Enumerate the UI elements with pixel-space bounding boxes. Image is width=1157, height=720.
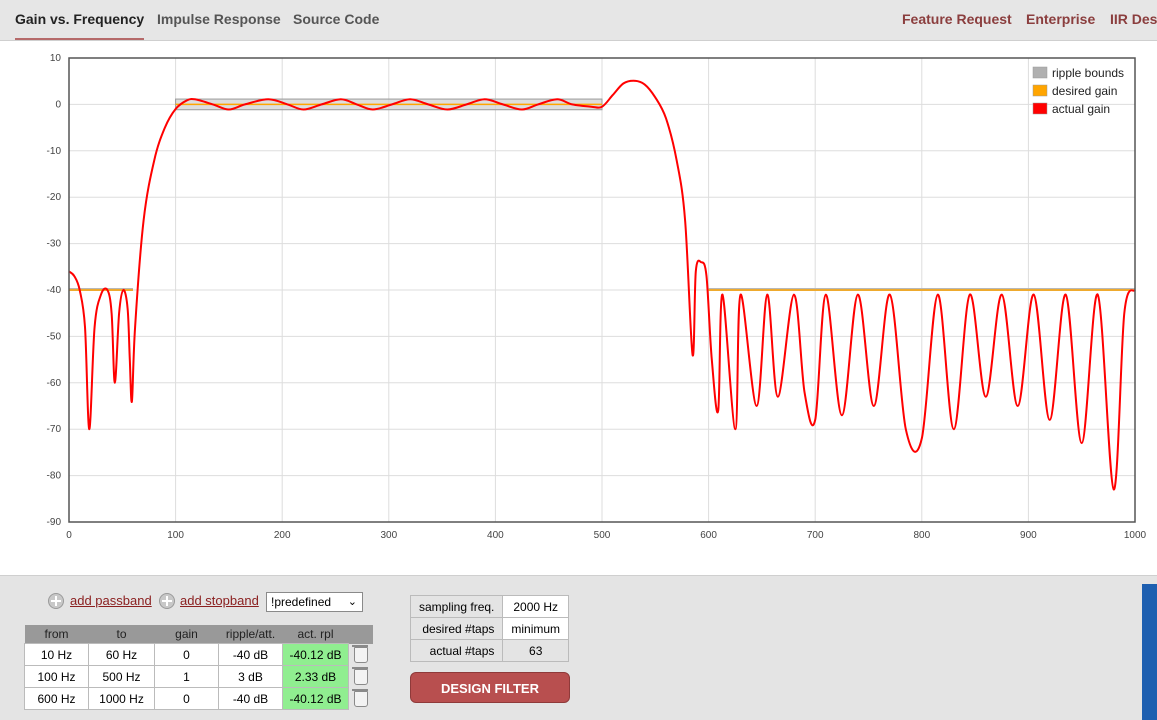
band-to-input[interactable]: 500 Hz [88, 665, 155, 688]
band-gain-input[interactable]: 0 [154, 687, 219, 710]
band-from-input[interactable]: 10 Hz [24, 643, 89, 666]
bands-table-header: from to gain ripple/att. act. rpl [24, 625, 373, 644]
x-tick-label: 600 [700, 530, 717, 541]
band-ripple-input[interactable]: -40 dB [218, 687, 283, 710]
band-to-input[interactable]: 1000 Hz [88, 687, 155, 710]
add-passband-link[interactable]: add passband [70, 593, 152, 608]
y-tick-label: -60 [47, 378, 62, 389]
actual-taps-label: actual #taps [409, 639, 504, 662]
header-act-rpl: act. rpl [282, 625, 349, 644]
gain-chart-area: 0 100 200 300 400 500 600 700 800 900 1000 10 0 -10 -2… [0, 41, 1157, 575]
x-tick-label: 100 [167, 530, 184, 541]
add-passband-icon[interactable] [48, 593, 64, 609]
x-tick-label: 1000 [1124, 530, 1147, 541]
sampling-freq-label: sampling freq. [409, 595, 504, 618]
tab-source-code[interactable]: Source Code [293, 0, 379, 38]
filter-params-table: sampling freq. 2000 Hz desired #taps min… [409, 595, 570, 662]
iir-design-link[interactable]: IIR Desi [1110, 0, 1157, 38]
table-row: 100 Hz 500 Hz 1 3 dB 2.33 dB [24, 665, 373, 688]
bands-table: from to gain ripple/att. act. rpl 10 Hz … [24, 625, 374, 710]
band-ripple-input[interactable]: 3 dB [218, 665, 283, 688]
actual-taps-value: 63 [502, 639, 570, 662]
legend-label: actual gain [1052, 102, 1110, 116]
chevron-down-icon: ⌄ [347, 596, 357, 608]
y-tick-label: 10 [50, 53, 62, 64]
band-from-input[interactable]: 100 Hz [24, 665, 89, 688]
x-tick-label: 0 [66, 530, 72, 541]
predefined-select-value: !predefined [271, 595, 332, 609]
tab-gain-vs-frequency[interactable]: Gain vs. Frequency [15, 0, 145, 40]
band-actual-ripple: -40.12 dB [282, 643, 349, 666]
feature-request-link[interactable]: Feature Request [902, 0, 1012, 38]
band-ripple-input[interactable]: -40 dB [218, 643, 283, 666]
y-tick-label: -10 [47, 146, 62, 157]
band-to-input[interactable]: 60 Hz [88, 643, 155, 666]
legend-label: desired gain [1052, 84, 1117, 98]
x-tick-label: 900 [1020, 530, 1037, 541]
table-row: 600 Hz 1000 Hz 0 -40 dB -40.12 dB [24, 687, 373, 710]
desired-taps-input[interactable]: minimum [502, 617, 570, 640]
predefined-select[interactable]: !predefined ⌄ [266, 592, 363, 612]
table-row: 10 Hz 60 Hz 0 -40 dB -40.12 dB [24, 643, 373, 666]
desired-taps-label: desired #taps [409, 617, 504, 640]
band-actual-ripple: 2.33 dB [282, 665, 349, 688]
y-tick-label: -70 [47, 424, 62, 435]
tab-impulse-response[interactable]: Impulse Response [157, 0, 281, 38]
legend-swatch [1032, 84, 1048, 97]
y-tick-label: -20 [47, 192, 62, 203]
x-tick-label: 400 [487, 530, 504, 541]
header-ripple-att: ripple/att. [218, 625, 283, 644]
y-tick-label: -90 [47, 517, 62, 528]
legend-swatch [1032, 102, 1048, 115]
y-tick-label: -80 [47, 471, 62, 482]
trash-icon[interactable] [351, 666, 368, 685]
band-from-input[interactable]: 600 Hz [24, 687, 89, 710]
trash-icon[interactable] [352, 688, 368, 707]
y-tick-label: 0 [55, 99, 61, 110]
x-tick-label: 300 [380, 530, 397, 541]
band-actual-ripple: -40.12 dB [282, 687, 349, 710]
header-from: from [24, 625, 89, 644]
filter-control-panel: add passband add stopband !predefined ⌄ … [0, 575, 1157, 720]
gain-vs-frequency-chart: 0 100 200 300 400 500 600 700 800 900 1000100-10-2… [47, 53, 1147, 541]
sampling-freq-input[interactable]: 2000 Hz [502, 595, 570, 618]
x-tick-label: 700 [807, 530, 824, 541]
y-tick-label: -40 [47, 285, 62, 296]
x-tick-label: 800 [913, 530, 930, 541]
band-gain-input[interactable]: 0 [154, 643, 219, 666]
add-stopband-icon[interactable] [159, 593, 175, 609]
legend-label: ripple bounds [1052, 66, 1124, 80]
band-gain-input[interactable]: 1 [154, 665, 219, 688]
header-gain: gain [154, 625, 219, 644]
top-navigation-bar: Gain vs. Frequency Impulse Response Sour… [0, 0, 1157, 41]
y-tick-label: -50 [47, 331, 62, 342]
header-delete [348, 625, 373, 644]
header-to: to [88, 625, 155, 644]
add-stopband-link[interactable]: add stopband [180, 593, 259, 608]
design-filter-button[interactable]: DESIGN FILTER [410, 672, 570, 703]
x-tick-label: 500 [594, 530, 611, 541]
x-tick-label: 200 [274, 530, 291, 541]
legend-swatch [1032, 66, 1048, 79]
y-tick-label: -30 [47, 239, 62, 250]
trash-icon[interactable] [351, 644, 368, 663]
enterprise-link[interactable]: Enterprise [1026, 0, 1095, 38]
side-panel-edge [1142, 584, 1157, 720]
